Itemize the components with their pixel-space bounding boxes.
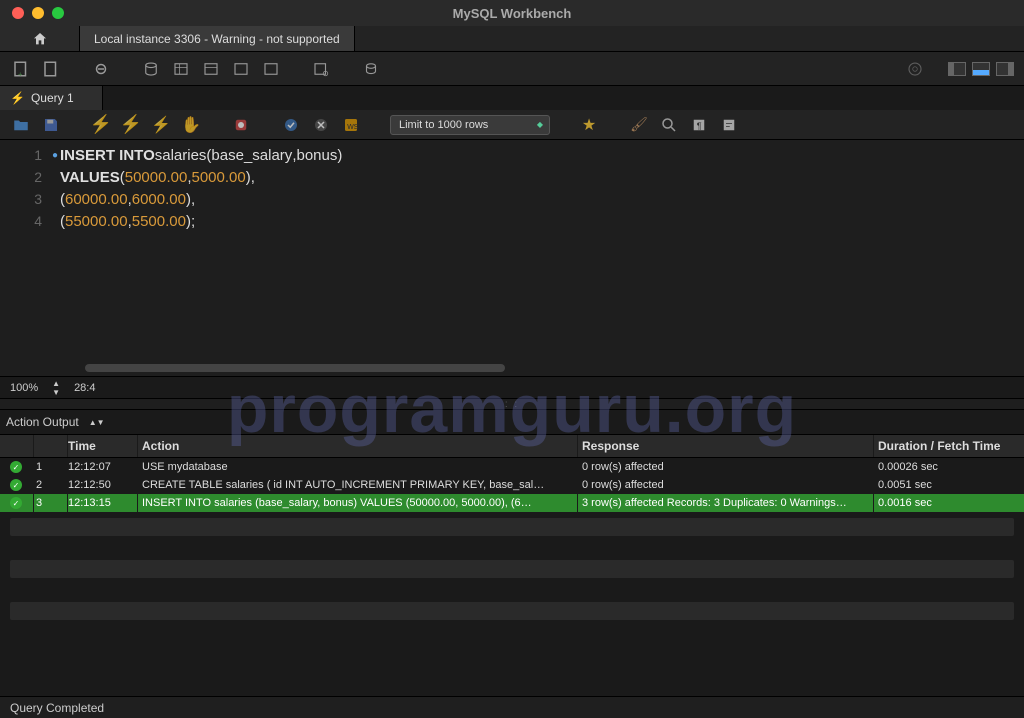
toggle-sidebar-icon[interactable] <box>948 62 966 76</box>
row-limit-select[interactable]: Limit to 1000 rows <box>390 115 550 135</box>
minimize-window-button[interactable] <box>32 7 44 19</box>
title-bar: MySQL Workbench <box>0 0 1024 26</box>
beautify-icon[interactable]: ★ <box>578 114 600 136</box>
empty-row-placeholder <box>10 602 1014 620</box>
footer-status: Query Completed <box>10 701 104 715</box>
output-panel-header: Action Output ▲▼ <box>0 410 1024 434</box>
toggle-output-icon[interactable] <box>972 62 990 76</box>
toggle-secondary-icon[interactable] <box>996 62 1014 76</box>
wrap-icon[interactable] <box>718 114 740 136</box>
explain-icon[interactable]: ⚡ <box>150 114 172 136</box>
stop-icon[interactable]: ✋ <box>180 114 202 136</box>
col-time[interactable]: Time <box>68 435 138 457</box>
col-duration[interactable]: Duration / Fetch Time <box>874 435 1024 457</box>
col-action[interactable]: Action <box>138 435 578 457</box>
output-panel-label[interactable]: Action Output <box>6 415 79 429</box>
create-table-icon[interactable] <box>170 58 192 80</box>
editor-status-bar: 100% ▲▼ 28:4 <box>0 376 1024 398</box>
success-icon: ✓ <box>10 497 22 509</box>
output-dropdown-icon[interactable]: ▲▼ <box>89 418 105 427</box>
home-icon <box>32 31 48 47</box>
empty-row-placeholder <box>10 560 1014 578</box>
maximize-window-button[interactable] <box>52 7 64 19</box>
find-icon[interactable]: 🖌 <box>628 114 650 136</box>
panel-divider[interactable]: : : <box>0 398 1024 410</box>
inspector-icon[interactable] <box>90 58 112 80</box>
toggle-autocommit-icon[interactable] <box>230 114 252 136</box>
code-area[interactable]: INSERT INTO salaries (base_salary, bonus… <box>60 140 1024 376</box>
horizontal-scrollbar[interactable] <box>85 364 505 372</box>
output-row[interactable]: ✓ 312:13:15 INSERT INTO salaries (base_s… <box>0 494 1024 512</box>
create-function-icon[interactable] <box>260 58 282 80</box>
main-toolbar: + <box>0 52 1024 86</box>
rollback-icon[interactable] <box>310 114 332 136</box>
zoom-stepper-icon[interactable]: ▲▼ <box>52 379 60 397</box>
save-file-icon[interactable] <box>40 114 62 136</box>
toggle-whitespace-icon[interactable]: ws <box>340 114 362 136</box>
success-icon: ✓ <box>10 461 22 473</box>
create-schema-icon[interactable] <box>140 58 162 80</box>
close-window-button[interactable] <box>12 7 24 19</box>
search-icon[interactable] <box>658 114 680 136</box>
settings-gear-icon[interactable] <box>904 58 926 80</box>
line-gutter: 1234 <box>0 140 60 376</box>
new-sql-tab-icon[interactable]: + <box>10 58 32 80</box>
open-sql-file-icon[interactable] <box>40 58 62 80</box>
status-footer: Query Completed <box>0 696 1024 718</box>
home-tab[interactable] <box>0 26 80 51</box>
zoom-level[interactable]: 100% <box>10 382 38 394</box>
execute-current-icon[interactable]: ⚡ <box>120 114 142 136</box>
sql-editor[interactable]: 1234 INSERT INTO salaries (base_salary, … <box>0 140 1024 376</box>
open-file-icon[interactable] <box>10 114 32 136</box>
editor-toolbar: ⚡ ⚡ ⚡ ✋ ws Limit to 1000 rows ★ 🖌 ¶ <box>0 110 1024 140</box>
svg-text:ws: ws <box>346 120 358 130</box>
window-title: MySQL Workbench <box>453 6 572 21</box>
gripper-icon: : : <box>505 399 519 410</box>
invisible-chars-icon[interactable]: ¶ <box>688 114 710 136</box>
query-tab-bar: ⚡ Query 1 <box>0 86 1024 110</box>
commit-icon[interactable] <box>280 114 302 136</box>
connection-tab-bar: Local instance 3306 - Warning - not supp… <box>0 26 1024 52</box>
output-row[interactable]: ✓ 112:12:07 USE mydatabase0 row(s) affec… <box>0 458 1024 476</box>
cursor-position: 28:4 <box>74 382 95 394</box>
lightning-icon: ⚡ <box>10 91 25 105</box>
svg-text:¶: ¶ <box>697 120 702 130</box>
execute-icon[interactable]: ⚡ <box>90 114 112 136</box>
query-tab[interactable]: ⚡ Query 1 <box>0 86 103 110</box>
search-table-data-icon[interactable] <box>310 58 332 80</box>
empty-row-placeholder <box>10 518 1014 536</box>
create-procedure-icon[interactable] <box>230 58 252 80</box>
success-icon: ✓ <box>10 479 22 491</box>
connection-tab[interactable]: Local instance 3306 - Warning - not supp… <box>80 26 355 51</box>
output-row[interactable]: ✓ 212:12:50 CREATE TABLE salaries ( id I… <box>0 476 1024 494</box>
create-view-icon[interactable] <box>200 58 222 80</box>
output-column-headers: Time Action Response Duration / Fetch Ti… <box>0 434 1024 458</box>
reconnect-icon[interactable] <box>360 58 382 80</box>
col-response[interactable]: Response <box>578 435 874 457</box>
output-rows: ✓ 112:12:07 USE mydatabase0 row(s) affec… <box>0 458 1024 512</box>
svg-text:+: + <box>18 69 23 78</box>
